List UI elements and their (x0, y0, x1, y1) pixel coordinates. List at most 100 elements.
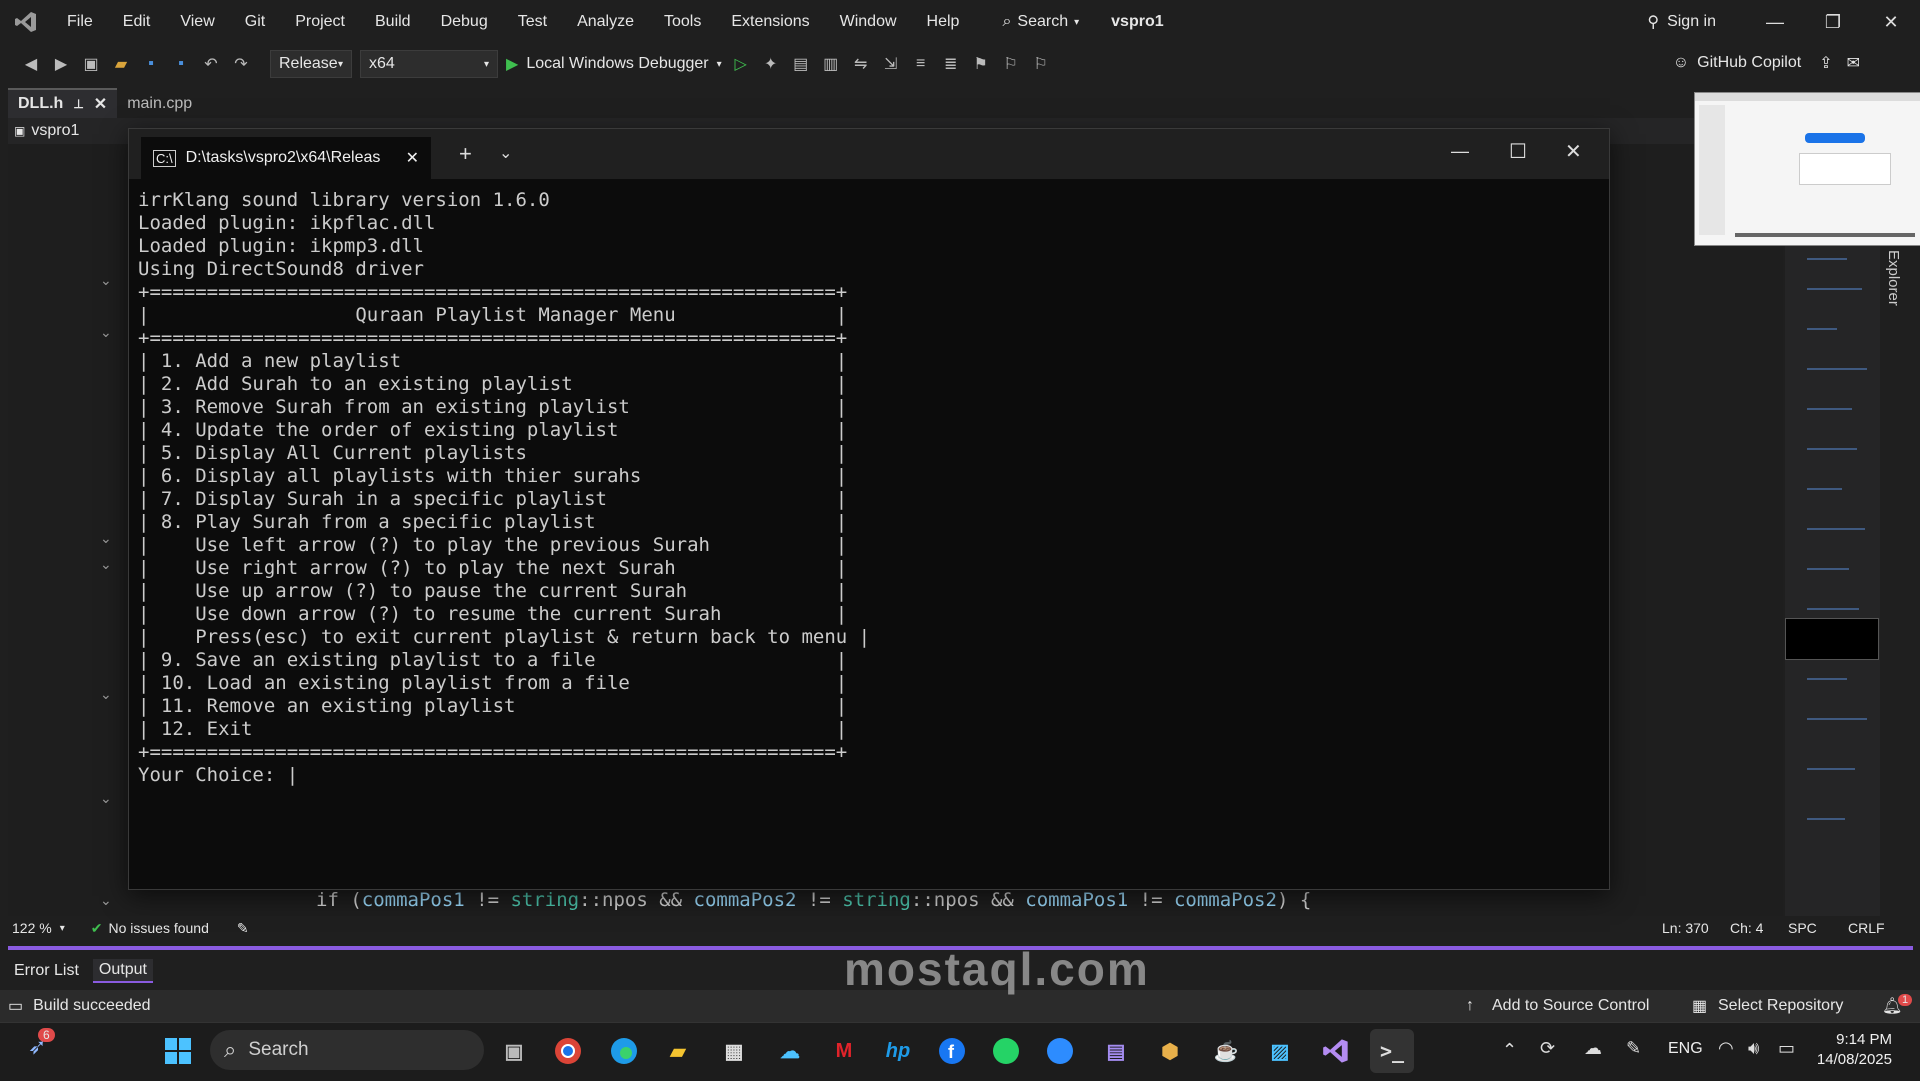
menu-item-project[interactable]: Project (280, 0, 360, 44)
start-without-debugging-icon[interactable]: ▷ (730, 53, 752, 75)
edge-icon[interactable] (602, 1029, 646, 1073)
forward-icon[interactable]: ▶ (50, 53, 72, 75)
code-line[interactable]: if (commaPos1 != string::npos && commaPo… (316, 889, 1311, 911)
brush-icon[interactable]: ✎ (237, 920, 249, 937)
redo-icon[interactable]: ↷ (230, 53, 252, 75)
explorer-side-tab[interactable]: Explorer (1882, 250, 1902, 306)
visual-studio-logo-icon[interactable] (0, 0, 52, 44)
line-ending[interactable]: CRLF (1848, 920, 1885, 936)
configuration-select[interactable]: Release ▾ (270, 50, 352, 78)
project-dropdown[interactable]: vspro1 (31, 122, 79, 140)
whatsapp-icon[interactable] (984, 1029, 1028, 1073)
chevron-up-icon[interactable]: ⌃ (1502, 1040, 1517, 1061)
terminal-output[interactable]: irrKlang sound library version 1.6.0 Load… (138, 189, 870, 787)
collapse-icon[interactable]: ⌄ (100, 790, 112, 807)
language-indicator[interactable]: ENG (1668, 1040, 1703, 1058)
zoom-select[interactable]: 122 % (12, 920, 52, 936)
open-folder-icon[interactable]: ▰ (110, 53, 132, 75)
maximize-icon[interactable]: ☐ (1509, 139, 1527, 164)
task-view-icon[interactable]: ▣ (492, 1029, 536, 1073)
store-icon[interactable]: ▦ (712, 1029, 756, 1073)
tab-dll-h[interactable]: DLL.h ⊥ ✕ (8, 88, 118, 118)
terminal-taskbar-icon[interactable]: >_ (1370, 1029, 1414, 1073)
battery-icon[interactable]: ▭ (1778, 1038, 1795, 1059)
feedback-icon[interactable]: ✉ (1847, 53, 1860, 73)
close-icon[interactable]: ✕ (94, 94, 107, 114)
wifi-icon[interactable]: ◠ (1718, 1038, 1734, 1059)
terminal-window[interactable]: C:\ D:\tasks\vspro2\x64\Releas ✕ + ⌄ — ☐… (128, 128, 1610, 890)
start-debugging-button[interactable]: ▶ Local Windows Debugger ▾ (506, 54, 722, 74)
menu-item-tools[interactable]: Tools (649, 0, 716, 44)
bookmark-next-icon[interactable]: ⚐ (1030, 53, 1052, 75)
layout-icon[interactable]: ▥ (820, 53, 842, 75)
bookmark-icon[interactable]: ⚑ (970, 53, 992, 75)
tab-error-list[interactable]: Error List (8, 960, 85, 982)
collapse-icon[interactable]: ⌄ (100, 892, 112, 909)
minimize-icon[interactable]: — (1746, 12, 1804, 33)
facebook-icon[interactable]: f (930, 1029, 974, 1073)
menu-item-help[interactable]: Help (912, 0, 975, 44)
share-icon[interactable]: ⇪ (1819, 53, 1832, 73)
chrome-icon[interactable] (546, 1029, 590, 1073)
vpn-icon[interactable]: ⬢ (1148, 1029, 1192, 1073)
terminal-tab[interactable]: C:\ D:\tasks\vspro2\x64\Releas ✕ (141, 137, 431, 179)
menu-item-build[interactable]: Build (360, 0, 426, 44)
minimize-icon[interactable]: — (1451, 141, 1469, 162)
step-icon[interactable]: ⇲ (880, 53, 902, 75)
bookmark-prev-icon[interactable]: ⚐ (1000, 53, 1022, 75)
menu-item-git[interactable]: Git (230, 0, 280, 44)
collapse-icon[interactable]: ⌄ (100, 530, 112, 547)
column-number[interactable]: Ch: 4 (1730, 920, 1763, 936)
hp-icon[interactable]: hp (876, 1029, 920, 1073)
spacing-mode[interactable]: SPC (1788, 920, 1817, 936)
window-thumbnail[interactable] (1694, 92, 1920, 246)
indent-icon[interactable]: ≡ (910, 53, 932, 75)
cloud-icon[interactable]: ☁ (1584, 1038, 1602, 1059)
menu-item-view[interactable]: View (165, 0, 229, 44)
tab-main-cpp[interactable]: main.cpp (117, 90, 202, 118)
zoom-icon[interactable] (1038, 1029, 1082, 1073)
search-button[interactable]: ⌕ Search ▾ (992, 6, 1089, 38)
sync-icon[interactable]: ⟳ (1540, 1038, 1555, 1059)
close-tab-icon[interactable]: ✕ (406, 148, 419, 168)
menu-item-analyze[interactable]: Analyze (562, 0, 649, 44)
hot-reload-icon[interactable]: ✦ (760, 53, 782, 75)
add-to-source-control-button[interactable]: Add to Source Control (1492, 997, 1649, 1015)
github-copilot-button[interactable]: ☺ GitHub Copilot ⇪ ✉ (1673, 53, 1860, 73)
pin-icon[interactable]: ⊥ (73, 97, 83, 111)
line-number[interactable]: Ln: 370 (1662, 920, 1709, 936)
mcafee-icon[interactable]: M (822, 1029, 866, 1073)
solution-explorer-icon[interactable]: ▤ (790, 53, 812, 75)
clipchamp-icon[interactable]: ▤ (1094, 1029, 1138, 1073)
menu-item-edit[interactable]: Edit (108, 0, 166, 44)
menu-item-test[interactable]: Test (503, 0, 562, 44)
collapse-icon[interactable]: ⌄ (100, 272, 112, 289)
volume-icon[interactable]: 🔊︎ (1748, 1038, 1759, 1059)
select-repository-button[interactable]: Select Repository (1718, 997, 1843, 1015)
file-explorer-icon[interactable]: ▰ (656, 1029, 700, 1073)
back-icon[interactable]: ◀ (20, 53, 42, 75)
new-tab-icon[interactable]: + (459, 141, 472, 167)
close-icon[interactable]: ✕ (1565, 139, 1582, 164)
issues-status[interactable]: No issues found (108, 920, 208, 936)
pen-icon[interactable]: ✎ (1626, 1038, 1641, 1059)
menu-item-file[interactable]: File (52, 0, 108, 44)
tab-output[interactable]: Output (92, 959, 153, 983)
new-project-icon[interactable]: ▣ (80, 53, 102, 75)
chevron-down-icon[interactable]: ⌄ (499, 143, 512, 163)
close-icon[interactable]: ✕ (1862, 12, 1920, 33)
collapse-icon[interactable]: ⌄ (100, 324, 112, 341)
menu-item-extensions[interactable]: Extensions (716, 0, 824, 44)
collapse-icon[interactable]: ⌄ (100, 556, 112, 573)
outdent-icon[interactable]: ≣ (940, 53, 962, 75)
menu-item-debug[interactable]: Debug (426, 0, 503, 44)
save-icon[interactable]: ▪ (140, 53, 162, 75)
visual-studio-taskbar-icon[interactable] (1314, 1029, 1358, 1073)
weather-app-icon[interactable]: ☁ (768, 1029, 812, 1073)
java-icon[interactable]: ☕ (1204, 1029, 1248, 1073)
photos-icon[interactable]: ▨ (1258, 1029, 1302, 1073)
format-icon[interactable]: ⇋ (850, 53, 872, 75)
sign-in-button[interactable]: ⚲ Sign in (1647, 12, 1716, 32)
system-clock[interactable]: 9:14 PM 14/08/2025 (1817, 1030, 1892, 1070)
save-all-icon[interactable]: ▪ (170, 53, 192, 75)
